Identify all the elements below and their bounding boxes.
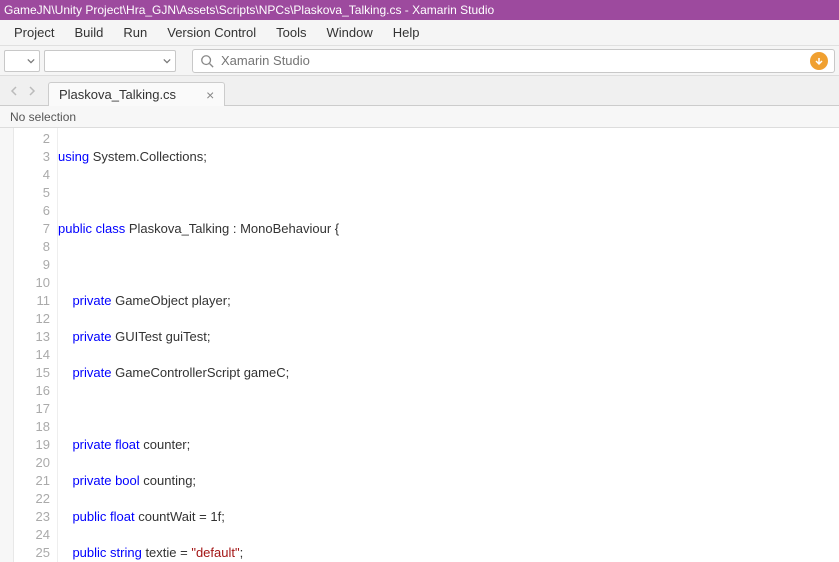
search-input[interactable] <box>221 53 810 68</box>
menu-tools[interactable]: Tools <box>266 21 316 44</box>
search-icon <box>199 53 215 69</box>
chevron-down-icon <box>27 57 35 65</box>
tab-label: Plaskova_Talking.cs <box>59 87 176 102</box>
tab-close-button[interactable]: × <box>206 87 214 103</box>
target-dropdown[interactable] <box>44 50 176 72</box>
chevron-down-icon <box>163 57 171 65</box>
config-dropdown[interactable] <box>4 50 40 72</box>
menu-run[interactable]: Run <box>113 21 157 44</box>
document-tab[interactable]: Plaskova_Talking.cs × <box>48 82 225 106</box>
window-titlebar: GameJN\Unity Project\Hra_GJN\Assets\Scri… <box>0 0 839 20</box>
search-bar[interactable] <box>192 49 835 73</box>
chevron-right-icon <box>27 86 37 96</box>
menu-build[interactable]: Build <box>64 21 113 44</box>
nav-back-button[interactable] <box>6 83 22 99</box>
menu-help[interactable]: Help <box>383 21 430 44</box>
document-tab-bar: Plaskova_Talking.cs × <box>0 76 839 106</box>
line-number-gutter: 234 567 8910 111213 141516 171819 202122… <box>14 128 56 562</box>
arrow-down-icon <box>814 56 824 66</box>
go-button[interactable] <box>810 52 828 70</box>
toolbar <box>0 46 839 76</box>
menu-version-control[interactable]: Version Control <box>157 21 266 44</box>
code-editor[interactable]: 234 567 8910 111213 141516 171819 202122… <box>0 128 839 562</box>
menu-window[interactable]: Window <box>317 21 383 44</box>
chevron-left-icon <box>9 86 19 96</box>
code-area[interactable]: using System.Collections; public class P… <box>58 128 839 562</box>
nav-forward-button[interactable] <box>24 83 40 99</box>
fold-gutter <box>0 128 14 562</box>
menu-project[interactable]: Project <box>4 21 64 44</box>
menu-bar: Project Build Run Version Control Tools … <box>0 20 839 46</box>
breadcrumb-bar[interactable]: No selection <box>0 106 839 128</box>
